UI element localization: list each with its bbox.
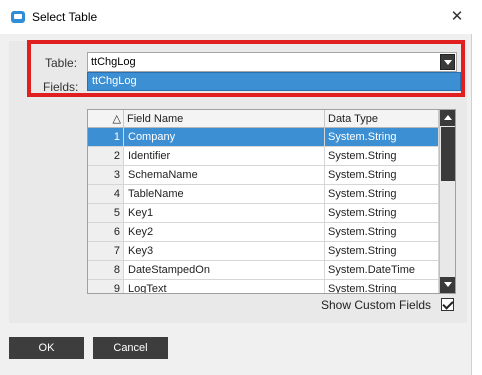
column-header-data-type[interactable]: Data Type	[325, 110, 439, 128]
select-table-dialog: Select Table ✕ Table: Fields: ttChgLog t…	[0, 0, 472, 375]
data-type-cell: System.String	[325, 223, 439, 241]
vertical-scrollbar[interactable]	[439, 110, 455, 293]
show-custom-fields-checkbox[interactable]	[441, 298, 454, 311]
scrollbar-thumb[interactable]	[441, 127, 455, 181]
data-type-cell: System.String	[325, 147, 439, 165]
table-row[interactable]: 6 Key2 System.String	[88, 223, 439, 242]
row-number: 9	[88, 280, 124, 293]
column-header-field-name[interactable]: Field Name	[124, 110, 325, 128]
table-row[interactable]: 3 SchemaName System.String	[88, 166, 439, 185]
scroll-down-icon[interactable]	[440, 277, 455, 293]
row-number: 7	[88, 242, 124, 260]
close-button[interactable]: ✕	[446, 6, 468, 28]
row-number: 2	[88, 147, 124, 165]
fields-grid: △ Field Name Data Type 1 Company System.…	[87, 109, 456, 294]
field-name-cell: Key2	[124, 223, 325, 241]
field-name-cell: LogText	[124, 280, 325, 293]
app-window-icon	[11, 11, 25, 23]
data-type-cell: System.String	[325, 280, 439, 293]
field-name-cell: SchemaName	[124, 166, 325, 184]
field-name-cell: Key1	[124, 204, 325, 222]
dialog-title: Select Table	[32, 10, 98, 24]
table-row[interactable]: 7 Key3 System.String	[88, 242, 439, 261]
data-type-cell: System.String	[325, 242, 439, 260]
cancel-button[interactable]: Cancel	[93, 337, 168, 359]
data-type-cell: System.String	[325, 166, 439, 184]
field-name-cell: Identifier	[124, 147, 325, 165]
row-number: 5	[88, 204, 124, 222]
ok-button[interactable]: OK	[9, 337, 84, 359]
grid-header: △ Field Name Data Type	[88, 110, 439, 128]
field-name-cell: TableName	[124, 185, 325, 203]
table-row[interactable]: 4 TableName System.String	[88, 185, 439, 204]
table-row[interactable]: 2 Identifier System.String	[88, 147, 439, 166]
triangle-up-icon: △	[112, 113, 121, 125]
data-type-cell: System.DateTime	[325, 261, 439, 279]
data-type-cell: System.String	[325, 128, 439, 146]
title-bar: Select Table ✕	[0, 0, 472, 34]
table-row[interactable]: 9 LogText System.String	[88, 280, 439, 293]
grid-rows: 1 Company System.String 2 Identifier Sys…	[88, 128, 439, 293]
row-number: 6	[88, 223, 124, 241]
show-custom-fields-label: Show Custom Fields	[321, 298, 432, 312]
table-row[interactable]: 1 Company System.String	[88, 128, 439, 147]
close-icon: ✕	[450, 8, 464, 25]
row-number: 3	[88, 166, 124, 184]
field-name-cell: Company	[124, 128, 325, 146]
row-number: 1	[88, 128, 124, 146]
field-name-cell: Key3	[124, 242, 325, 260]
sort-column-header[interactable]: △	[88, 110, 124, 128]
field-name-cell: DateStampedOn	[124, 261, 325, 279]
row-number: 8	[88, 261, 124, 279]
scroll-up-icon[interactable]	[440, 110, 455, 126]
annotation-highlight-box	[27, 40, 465, 97]
data-type-cell: System.String	[325, 204, 439, 222]
table-row[interactable]: 8 DateStampedOn System.DateTime	[88, 261, 439, 280]
data-type-cell: System.String	[325, 185, 439, 203]
row-number: 4	[88, 185, 124, 203]
table-row[interactable]: 5 Key1 System.String	[88, 204, 439, 223]
